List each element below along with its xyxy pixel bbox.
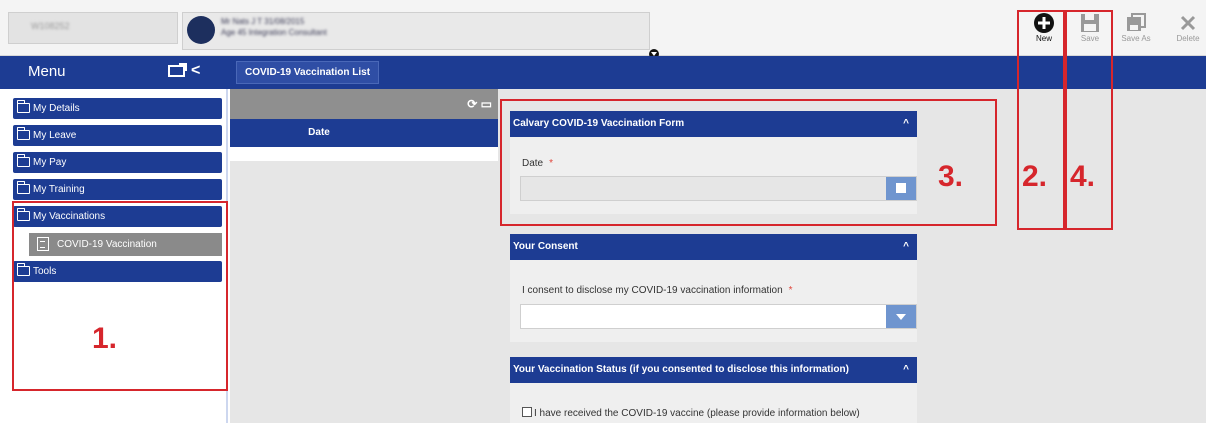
refresh-icon[interactable]: ⟳ ▭ [467, 97, 492, 111]
annotation-box-1 [12, 201, 228, 391]
section-header[interactable]: Your Consent ^ [510, 234, 917, 260]
section-body: I have received the COVID-19 vaccine (pl… [510, 383, 917, 423]
user-selector[interactable]: Mr Nats J T 31/08/2015 Age 45 Integratio… [182, 12, 659, 59]
section-title: Your Consent [513, 241, 578, 252]
save-as-button[interactable]: Save As [1116, 12, 1156, 52]
chevron-down-icon[interactable] [886, 305, 916, 328]
collapse-menu-icon[interactable]: < [191, 62, 200, 79]
delete-label: Delete [1176, 34, 1200, 43]
column-header-date[interactable]: Date [230, 119, 498, 147]
collapse-icon[interactable]: ^ [903, 234, 909, 260]
sidebar-item-label: My Details [33, 103, 80, 114]
delete-button[interactable]: Delete [1168, 12, 1206, 52]
table-row[interactable] [230, 147, 498, 161]
save-as-label: Save As [1121, 34, 1151, 43]
folder-icon [16, 181, 30, 194]
employee-id: W108252 [31, 21, 70, 31]
collapse-icon[interactable]: ^ [903, 357, 909, 383]
required-mark: * [788, 285, 793, 296]
annotation-number-4: 4. [1070, 160, 1096, 193]
tab-vaccination-list[interactable]: COVID-19 Vaccination List [236, 61, 380, 84]
folder-icon [16, 154, 30, 167]
sidebar-item-my-training[interactable]: My Training [13, 179, 222, 200]
sidebar-item-label: My Training [33, 184, 85, 195]
sidebar-item-label: My Leave [33, 130, 77, 141]
close-icon [1180, 15, 1196, 31]
sidebar-item-label: My Pay [33, 157, 67, 168]
annotation-box-2 [1017, 10, 1065, 230]
section-header[interactable]: Your Vaccination Status (if you consente… [510, 357, 917, 383]
checkbox-box[interactable] [522, 407, 532, 417]
sidebar-item-my-details[interactable]: My Details [13, 98, 222, 119]
received-vaccine-checkbox[interactable]: I have received the COVID-19 vaccine (pl… [522, 407, 860, 419]
list-toolbar: ⟳ ▭ [230, 89, 498, 119]
avatar [187, 16, 215, 44]
vaccination-list-panel: ⟳ ▭ Date [230, 89, 498, 423]
annotation-box-4 [1065, 10, 1113, 230]
checkbox-label: I have received the COVID-19 vaccine (pl… [534, 408, 860, 419]
annotation-box-3 [500, 99, 997, 226]
annotation-number-2: 2. [1022, 160, 1048, 193]
section-body: I consent to disclose my COVID-19 vaccin… [510, 260, 917, 342]
user-role: Age 45 Integration Consultant [221, 28, 327, 37]
consent-section: Your Consent ^ I consent to disclose my … [510, 234, 917, 342]
user-name: Mr Nats J T 31/08/2015 [221, 17, 305, 26]
annotation-number-1: 1. [92, 322, 118, 355]
employee-id-field: W108252 [8, 12, 178, 44]
save-as-icon [1127, 13, 1146, 31]
consent-label-text: I consent to disclose my COVID-19 vaccin… [522, 285, 783, 296]
menu-title: Menu [28, 63, 66, 80]
vaccination-status-section: Your Vaccination Status (if you consente… [510, 357, 917, 423]
consent-select[interactable] [520, 304, 917, 329]
sidebar-item-my-pay[interactable]: My Pay [13, 152, 222, 173]
popout-icon[interactable] [168, 63, 187, 77]
section-title: Your Vaccination Status (if you consente… [513, 364, 849, 375]
menu-controls: < [168, 62, 200, 80]
folder-icon [16, 127, 30, 140]
consent-label: I consent to disclose my COVID-19 vaccin… [522, 285, 793, 296]
annotation-number-3: 3. [938, 160, 964, 193]
sidebar-item-my-leave[interactable]: My Leave [13, 125, 222, 146]
folder-icon [16, 100, 30, 113]
